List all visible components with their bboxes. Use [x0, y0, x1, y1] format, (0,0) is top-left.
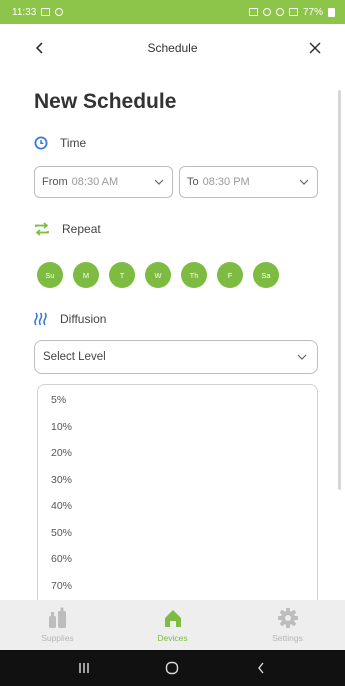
photo-notification-icon — [41, 8, 51, 16]
back-button[interactable] — [26, 34, 54, 62]
gear-icon — [277, 608, 298, 628]
tab-settings[interactable]: Settings — [230, 600, 345, 650]
level-option-40[interactable]: 40% — [38, 493, 317, 520]
diffusion-level-options: 5% 10% 20% 30% 40% 50% 60% 70% — [37, 384, 318, 600]
home-button[interactable] — [157, 656, 187, 680]
level-option-20[interactable]: 20% — [38, 440, 317, 467]
wifi-icon — [275, 8, 284, 16]
status-time: 11:33 — [12, 6, 37, 18]
page-title: New Schedule — [34, 90, 177, 113]
tab-settings-label: Settings — [272, 633, 303, 643]
tab-devices-label: Devices — [157, 633, 188, 643]
header-title: Schedule — [147, 41, 198, 55]
scrollbar[interactable] — [338, 90, 341, 490]
close-button[interactable] — [301, 34, 329, 62]
time-label: Time — [60, 136, 87, 150]
from-time-dropdown[interactable]: From 08:30 AM — [34, 166, 173, 198]
to-time-dropdown[interactable]: To 08:30 PM — [179, 166, 318, 198]
signal-icon — [288, 8, 298, 16]
system-navigation-bar — [0, 650, 345, 686]
bottom-navigation: Supplies Devices Settings — [0, 600, 345, 650]
repeat-label: Repeat — [62, 222, 101, 236]
to-label: To — [187, 176, 199, 188]
nfc-icon — [248, 8, 258, 16]
select-placeholder: Select Level — [43, 351, 106, 363]
chevron-down-icon — [154, 179, 164, 185]
day-friday[interactable]: F — [217, 262, 243, 288]
system-back-button[interactable] — [246, 656, 276, 680]
diffusion-label: Diffusion — [60, 312, 107, 326]
tab-devices[interactable]: Devices — [115, 600, 230, 650]
level-option-30[interactable]: 30% — [38, 467, 317, 494]
level-option-5[interactable]: 5% — [38, 387, 317, 414]
level-option-50[interactable]: 50% — [38, 520, 317, 547]
level-option-60[interactable]: 60% — [38, 546, 317, 573]
day-thursday[interactable]: Th — [181, 262, 207, 288]
diffusion-level-select[interactable]: Select Level — [34, 340, 318, 374]
day-wednesday[interactable]: W — [145, 262, 171, 288]
from-time-value: 08:30 AM — [71, 176, 119, 188]
mute-icon — [262, 8, 271, 16]
chevron-left-icon — [35, 42, 43, 54]
day-tuesday[interactable]: T — [109, 262, 135, 288]
recent-apps-button[interactable] — [69, 656, 99, 680]
battery-icon — [328, 7, 335, 17]
status-bar: 11:33 77% — [0, 0, 345, 24]
to-time-value: 08:30 PM — [202, 176, 250, 188]
battery-percent: 77% — [302, 6, 323, 18]
level-option-70[interactable]: 70% — [38, 573, 317, 600]
clock-icon — [34, 136, 48, 150]
chevron-down-icon — [299, 179, 309, 185]
repeat-section-header: Repeat — [34, 222, 101, 236]
chevron-down-icon — [297, 354, 307, 360]
bottles-icon — [48, 607, 66, 628]
repeat-icon — [35, 222, 49, 236]
level-option-10[interactable]: 10% — [38, 414, 317, 441]
diffusion-icon — [34, 312, 47, 326]
close-icon — [309, 42, 321, 54]
time-section-header: Time — [34, 136, 86, 150]
home-icon — [164, 610, 181, 627]
link-notification-icon — [55, 8, 64, 16]
diffusion-section-header: Diffusion — [34, 312, 106, 326]
tab-supplies-label: Supplies — [41, 633, 74, 643]
top-app-bar: Schedule — [0, 24, 345, 72]
tab-supplies[interactable]: Supplies — [0, 600, 115, 650]
chevron-left-icon — [257, 662, 264, 674]
day-saturday[interactable]: Sa — [253, 262, 279, 288]
day-selector: Su M T W Th F Sa — [37, 262, 279, 288]
from-label: From — [42, 176, 68, 188]
home-circle-icon — [166, 661, 179, 675]
recent-apps-icon — [79, 663, 89, 673]
day-sunday[interactable]: Su — [37, 262, 63, 288]
day-monday[interactable]: M — [73, 262, 99, 288]
